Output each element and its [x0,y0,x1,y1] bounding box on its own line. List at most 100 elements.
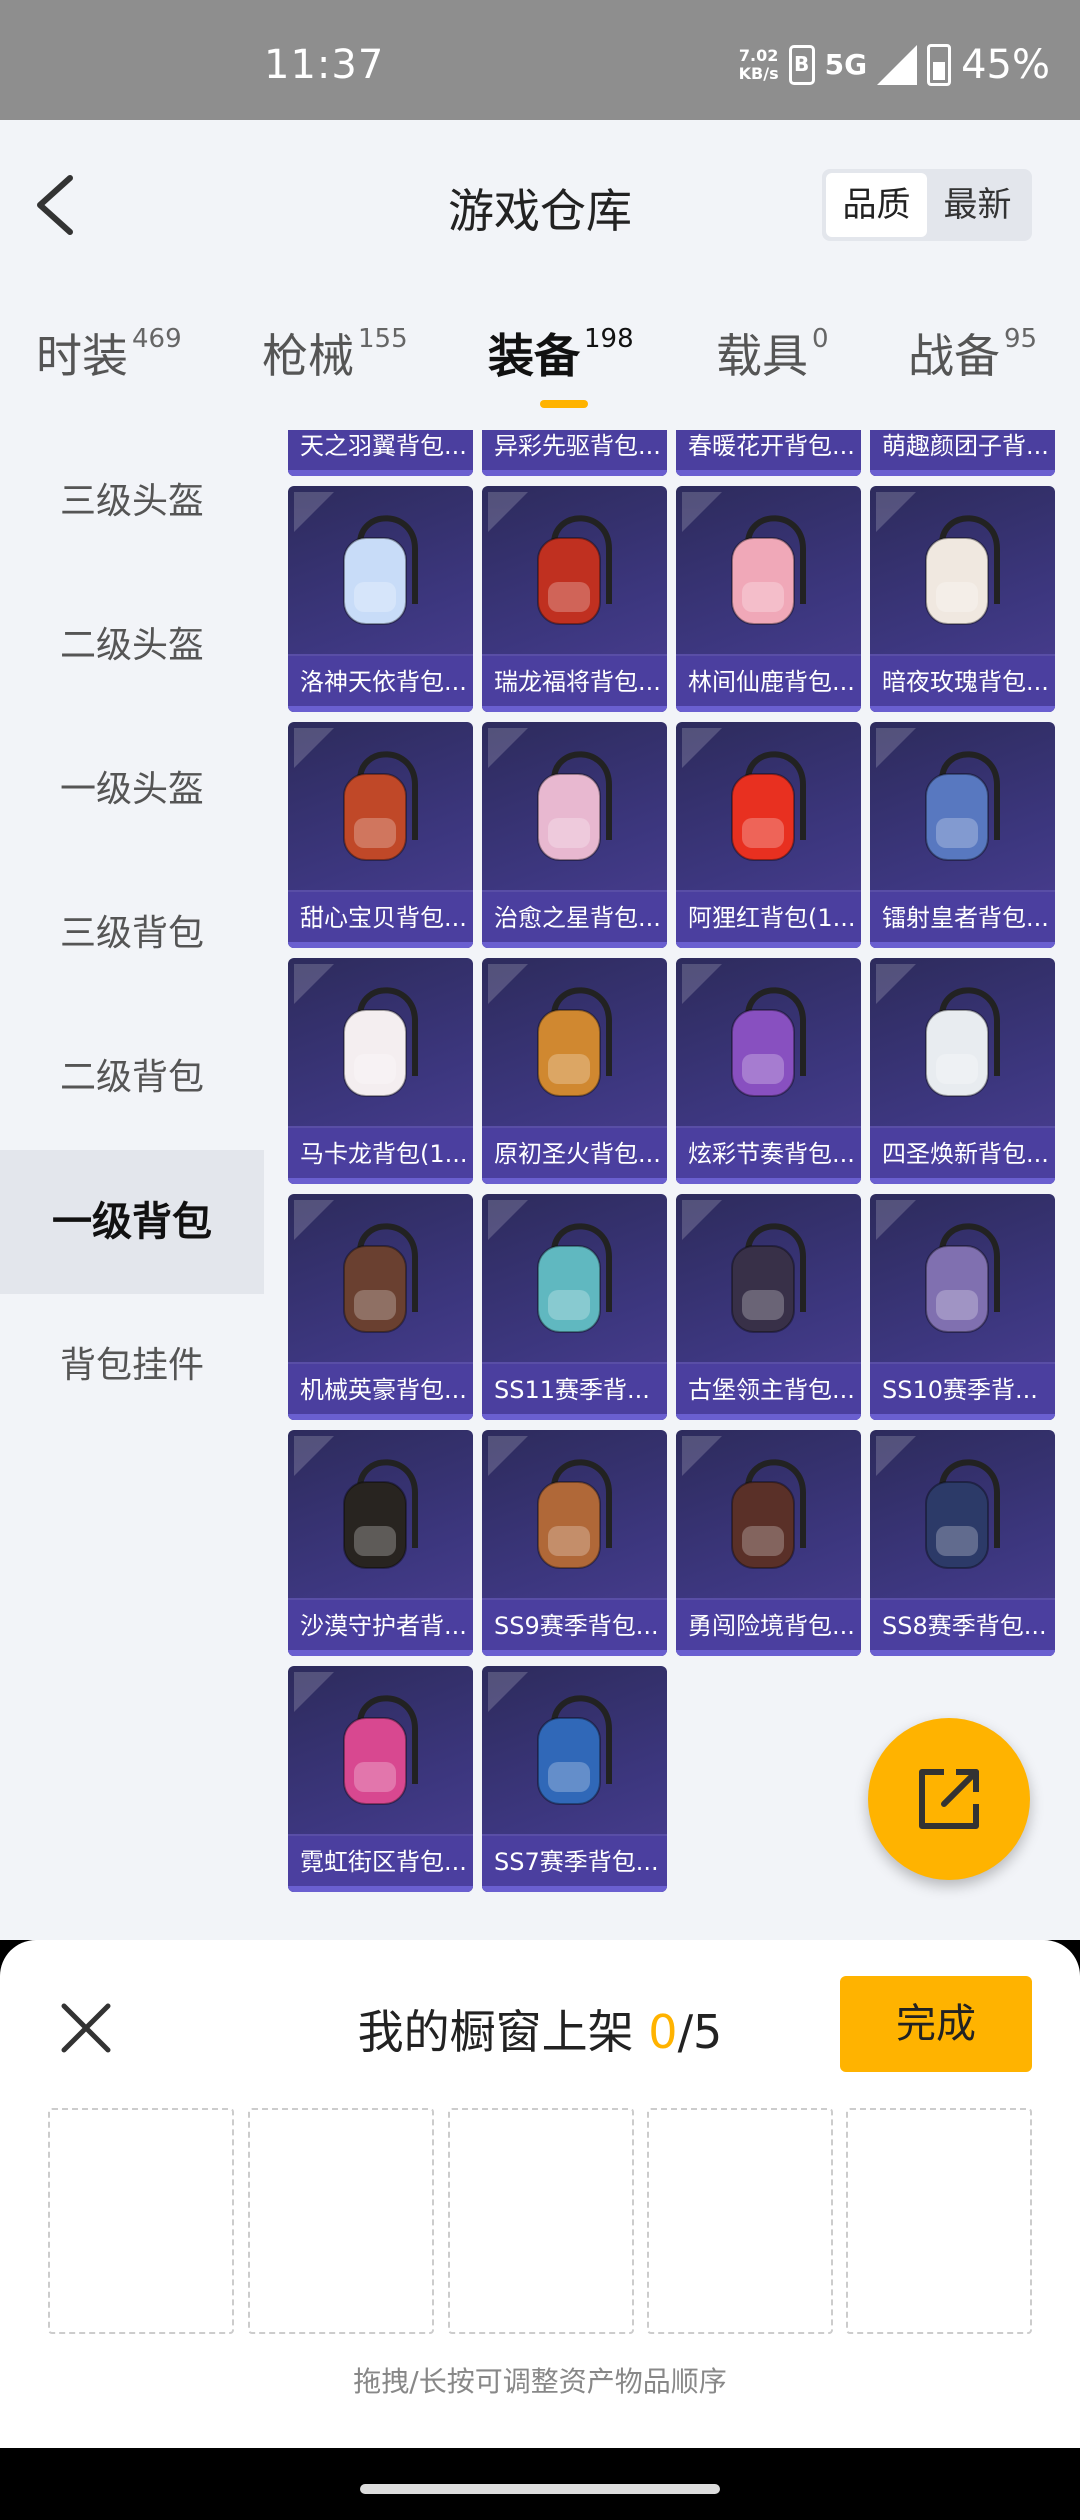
item-card[interactable]: 原初圣火背包... [482,958,667,1184]
sidebar-item-helmet-lv3[interactable]: 三级头盔 [0,430,264,574]
rarity-bar [676,1178,861,1184]
checkmark-icon [682,1436,722,1476]
signal-icon [877,45,918,85]
item-label: 四圣焕新背包... [870,1126,1055,1184]
rarity-bar [482,470,667,476]
item-card[interactable]: 炫彩节奏背包... [676,958,861,1184]
rarity-bar [288,706,473,712]
tab-fashion[interactable]: 时装 469 [36,320,182,386]
sidebar-item-backpack-lv3[interactable]: 三级背包 [0,862,264,1006]
rarity-bar [288,1650,473,1656]
item-label: 霓虹街区背包... [288,1834,473,1892]
checkmark-icon [294,1672,334,1712]
sort-quality-button[interactable]: 品质 [826,173,927,237]
item-card[interactable]: 马卡龙背包(1... [288,958,473,1184]
network-type: 5G [824,48,868,81]
item-card[interactable]: SS7赛季背包... [482,1666,667,1892]
checkmark-icon [488,1436,528,1476]
rarity-bar [482,1178,667,1184]
sidebar-item-backpack-lv1[interactable]: 一级背包 [0,1150,264,1294]
item-card[interactable]: 瑞龙福将背包... [482,486,667,712]
rarity-bar [870,470,1055,476]
sort-newest-button[interactable]: 最新 [927,173,1028,237]
item-card[interactable]: 阿狸红背包(1... [676,722,861,948]
tab-equipment[interactable]: 装备 198 [488,320,634,386]
status-time: 11:37 [264,42,385,88]
rarity-bar [288,1886,473,1892]
sidebar-item-backpack-lv2[interactable]: 二级背包 [0,1006,264,1150]
showcase-slot[interactable] [48,2108,234,2334]
checkmark-icon [876,728,916,768]
item-card[interactable]: SS11赛季背... [482,1194,667,1420]
item-card[interactable]: 萌趣颜团子背... [870,430,1055,476]
checkmark-icon [682,492,722,532]
network-speed: 7.02 KB/s [738,46,779,83]
item-card[interactable]: 异彩先驱背包... [482,430,667,476]
sidebar-item-helmet-lv1[interactable]: 一级头盔 [0,718,264,862]
done-button[interactable]: 完成 [840,1976,1032,2072]
checkmark-icon [876,964,916,1004]
showcase-slot[interactable] [647,2108,833,2334]
navigation-bar [0,2448,1080,2520]
item-card[interactable]: 四圣焕新背包... [870,958,1055,1184]
rarity-bar [288,1414,473,1420]
showcase-slot[interactable] [846,2108,1032,2334]
item-card[interactable]: SS8赛季背包... [870,1430,1055,1656]
showcase-slot[interactable] [448,2108,634,2334]
tab-weapons[interactable]: 枪械 155 [262,320,408,386]
sidebar-item-helmet-lv2[interactable]: 二级头盔 [0,574,264,718]
rarity-bar [676,470,861,476]
item-card[interactable]: SS10赛季背... [870,1194,1055,1420]
tab-supplies[interactable]: 战备 95 [908,320,1037,386]
item-card[interactable]: 洛神天依背包... [288,486,473,712]
item-card[interactable]: 霓虹街区背包... [288,1666,473,1892]
sidebar-item-backpack-charm[interactable]: 背包挂件 [0,1294,264,1438]
battery-icon [927,44,952,86]
rarity-bar [676,706,861,712]
showcase-count: 0 [648,2005,678,2059]
item-card[interactable]: 春暖花开背包... [676,430,861,476]
backpack-icon [731,1223,806,1333]
item-label: 林间仙鹿背包... [676,654,861,712]
item-card[interactable]: 勇闯险境背包... [676,1430,861,1656]
item-card[interactable]: 古堡领主背包... [676,1194,861,1420]
checkmark-icon [876,1200,916,1240]
sidebar: 三级头盔 二级头盔 一级头盔 三级背包 二级背包 一级背包 背包挂件 [0,430,264,1940]
rarity-bar [482,1650,667,1656]
backpack-icon [731,515,806,625]
item-card[interactable]: 天之羽翼背包... [288,430,473,476]
showcase-total: /5 [677,2005,723,2059]
checkmark-icon [876,1436,916,1476]
share-button[interactable] [868,1718,1030,1880]
item-card[interactable]: 机械英豪背包... [288,1194,473,1420]
backpack-icon [925,987,1000,1097]
showcase-hint: 拖拽/长按可调整资产物品顺序 [353,2365,727,2398]
checkmark-icon [488,964,528,1004]
item-card[interactable]: 治愈之星背包... [482,722,667,948]
checkmark-icon [294,1436,334,1476]
item-card[interactable]: 暗夜玫瑰背包... [870,486,1055,712]
item-label: SS8赛季背包... [870,1598,1055,1656]
item-label: 洛神天依背包... [288,654,473,712]
item-label: 瑞龙福将背包... [482,654,667,712]
item-card[interactable]: 林间仙鹿背包... [676,486,861,712]
rarity-bar [288,1178,473,1184]
battery-level: 45% [961,42,1050,88]
checkmark-icon [682,964,722,1004]
checkmark-icon [682,1200,722,1240]
home-gesture-handle[interactable] [360,2484,720,2494]
item-card[interactable]: 沙漠守护者背... [288,1430,473,1656]
item-card[interactable]: SS9赛季背包... [482,1430,667,1656]
checkmark-icon [294,728,334,768]
item-label: SS7赛季背包... [482,1834,667,1892]
item-card[interactable]: 甜心宝贝背包... [288,722,473,948]
rarity-bar [288,470,473,476]
sort-toggle: 品质 最新 [822,169,1032,241]
showcase-slot[interactable] [248,2108,434,2334]
backpack-icon [731,1459,806,1569]
tab-vehicles[interactable]: 载具 0 [716,320,829,386]
rarity-bar [870,1178,1055,1184]
rarity-bar [676,1414,861,1420]
item-card[interactable]: 镭射皇者背包... [870,722,1055,948]
category-tabs: 时装 469 枪械 155 装备 198 载具 0 战备 95 [0,290,1080,430]
